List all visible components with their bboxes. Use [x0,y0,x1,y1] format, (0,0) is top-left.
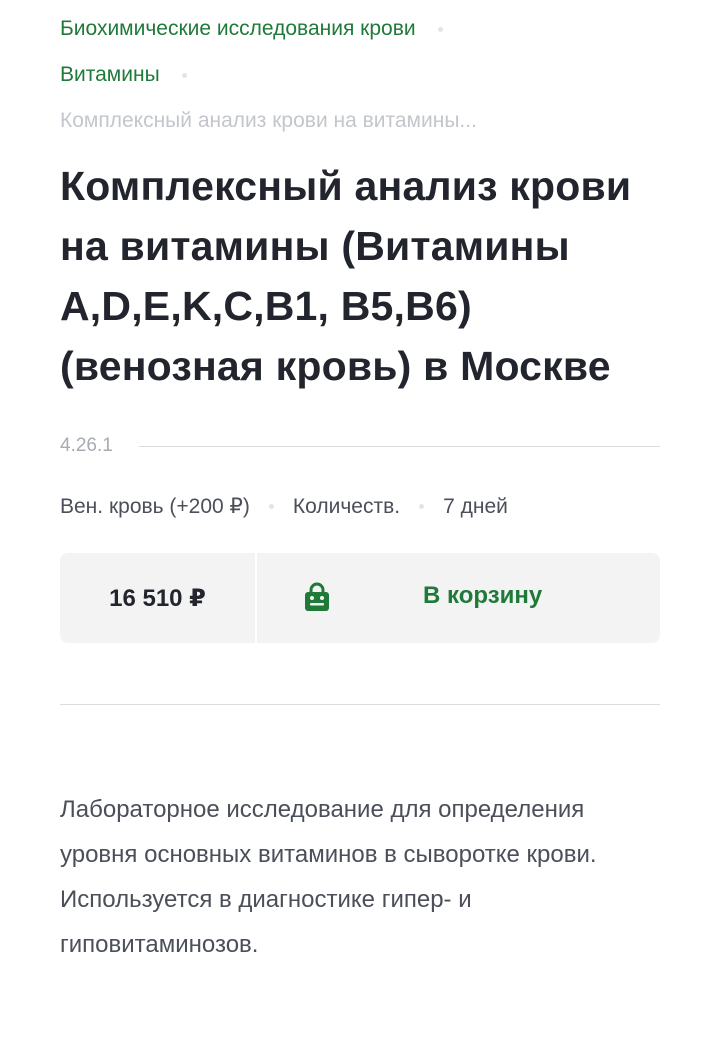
breadcrumb-link-biochemistry[interactable]: Биохимические исследования крови [60,16,416,42]
method-label: Количеств. [292,494,401,518]
breadcrumb-current-label: Комплексный анализ крови на витамины... [60,109,477,132]
product-code: 4.26.1 [60,435,113,456]
price: 16 510 ₽ [60,553,257,643]
add-to-cart-button[interactable]: В корзину [257,553,660,643]
product-description: Лабораторное исследование для определени… [60,796,597,958]
breadcrumb-separator-dot [437,26,443,32]
code-divider [138,445,660,447]
buy-box: 16 510 ₽ В корзину [60,553,660,643]
meta-separator-dot [268,504,274,509]
section-divider [60,704,660,705]
product-page: Биохимические исследования крови Витамин… [0,0,720,1055]
meta-separator-dot [419,504,425,509]
breadcrumb-item: Витамины [60,52,660,98]
breadcrumb-separator-dot [181,72,187,78]
product-meta: Вен. кровь (+200 ₽) Количеств. 7 дней [60,494,660,519]
add-to-cart-label: В корзину [423,582,543,609]
breadcrumb-link-vitamins[interactable]: Витамины [60,62,160,88]
product-code-row: 4.26.1 [60,426,660,466]
breadcrumb-item: Биохимические исследования крови [60,6,660,52]
breadcrumb-current: Комплексный анализ крови на витамины... [60,98,660,144]
page-title: Комплексный анализ крови на витамины (Ви… [60,163,632,389]
biomaterial-label: Вен. кровь (+200 ₽) [60,495,250,518]
duration-label: 7 дней [443,494,508,518]
shopping-bag-icon [305,582,329,611]
breadcrumb: Биохимические исследования крови Витамин… [60,0,660,144]
